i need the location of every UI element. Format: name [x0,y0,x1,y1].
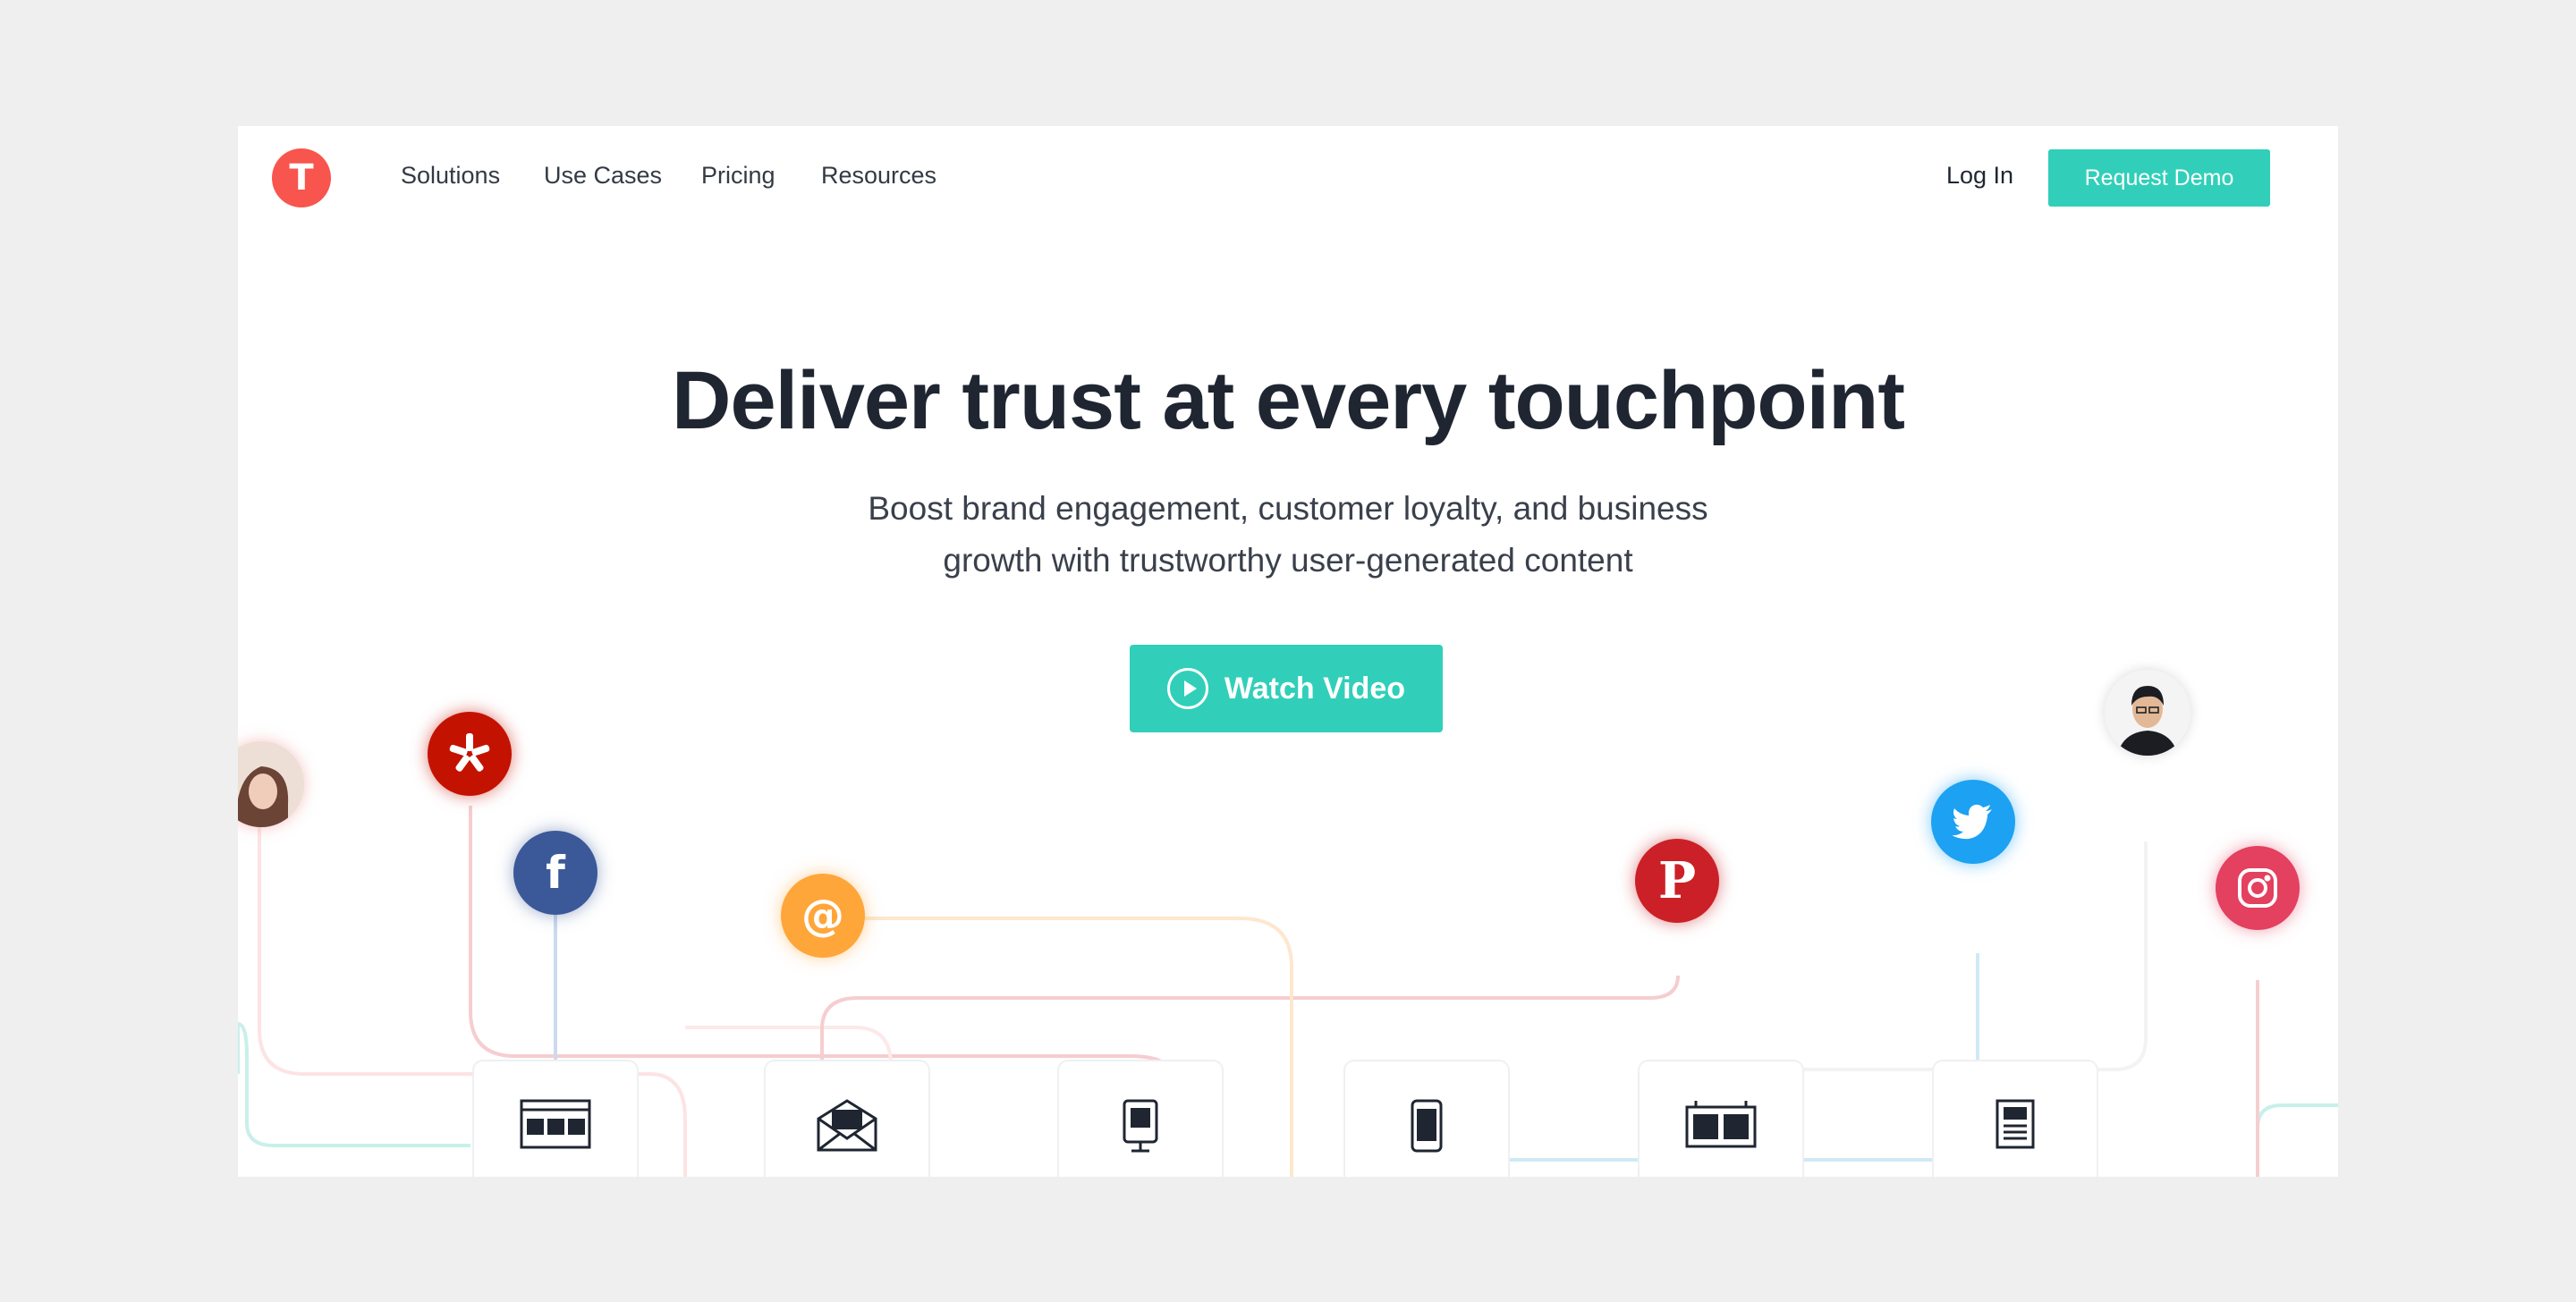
print-channel-tile[interactable] [1932,1060,2098,1177]
customer-avatar-man [2105,670,2190,756]
watch-video-button[interactable]: Watch Video [1130,645,1443,732]
instagram-icon[interactable] [2216,846,2300,930]
pinterest-icon[interactable]: P [1635,839,1719,923]
at-sign-icon[interactable]: @ [781,874,865,958]
request-demo-button[interactable]: Request Demo [2048,149,2270,207]
top-nav: T Solutions Use Cases Pricing Resources … [238,126,2338,230]
website-banner-icon [520,1099,591,1149]
brand-logo[interactable]: T [272,148,331,207]
print-document-icon [1996,1099,2035,1149]
yelp-icon[interactable] [428,712,512,796]
mobile-phone-icon [1411,1099,1443,1153]
nav-link-use-cases[interactable]: Use Cases [544,162,662,190]
play-circle-icon [1166,668,1208,709]
kiosk-channel-tile[interactable] [1057,1060,1224,1177]
billboard-channel-tile[interactable] [1638,1060,1804,1177]
website-channel-tile[interactable] [472,1060,639,1177]
kiosk-display-icon [1123,1099,1158,1153]
page-frame: T Solutions Use Cases Pricing Resources … [238,126,2338,1177]
hero-title: Deliver trust at every touchpoint [672,355,1905,446]
hero-subtitle-line-1: Boost brand engagement, customer loyalty… [868,490,1708,527]
watch-video-label: Watch Video [1224,671,1406,706]
nav-link-solutions[interactable]: Solutions [401,162,500,190]
nav-link-pricing[interactable]: Pricing [701,162,775,190]
nav-link-resources[interactable]: Resources [821,162,936,190]
facebook-icon[interactable]: f [513,831,597,915]
logo-letter: T [289,157,314,199]
email-channel-tile[interactable] [764,1060,930,1177]
hero-subtitle-line-2: growth with trustworthy user-generated c… [943,542,1633,579]
billboard-icon [1685,1101,1757,1148]
mobile-channel-tile[interactable] [1343,1060,1510,1177]
email-envelope-icon [817,1099,877,1152]
login-link[interactable]: Log In [1946,162,2013,190]
twitter-icon[interactable] [1931,780,2015,864]
